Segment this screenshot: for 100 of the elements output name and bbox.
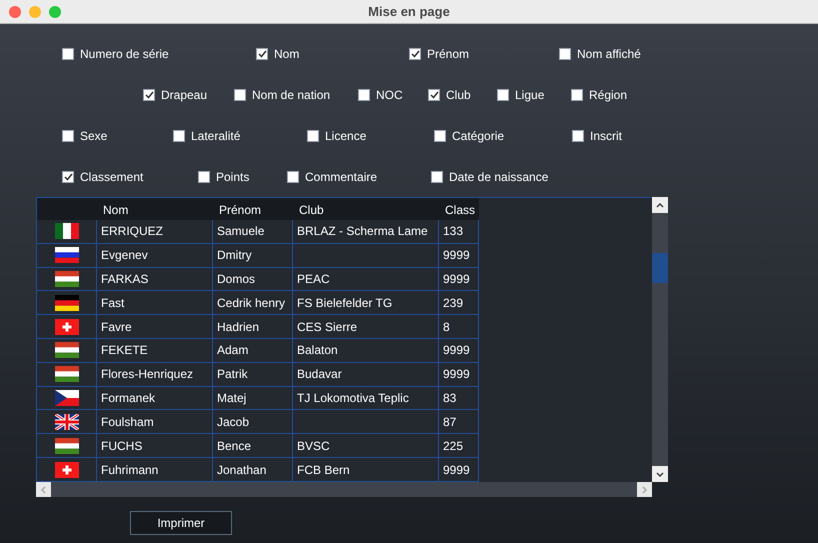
minimize-button[interactable] <box>29 6 41 18</box>
table-cell-text: Dmitry <box>216 247 252 264</box>
checkbox[interactable] <box>497 89 509 101</box>
scroll-thumb[interactable] <box>652 253 668 283</box>
table-cell-text: ERRIQUEZ <box>100 223 164 240</box>
checkbox-label: Classement <box>80 169 144 186</box>
table-cell-text: FEKETE <box>100 342 148 360</box>
table-cell-text: Cedrik henry <box>216 294 286 312</box>
checkbox[interactable] <box>409 48 421 60</box>
window-title: Mise en page <box>368 2 450 21</box>
scroll-left-icon[interactable] <box>36 482 51 497</box>
check-icon <box>410 50 420 58</box>
checkbox-label: Commentaire <box>305 169 378 186</box>
zoom-button[interactable] <box>49 6 61 18</box>
check-icon <box>258 50 266 58</box>
checkbox-label: Ligue <box>515 87 544 104</box>
table-cell-text: 239 <box>442 294 464 312</box>
checkbox[interactable] <box>358 89 370 101</box>
vertical-scrollbar[interactable] <box>652 197 668 482</box>
flag-icon <box>54 438 78 454</box>
checkbox[interactable] <box>62 130 74 142</box>
table-cell-text: Patrik <box>216 366 248 384</box>
checkbox-label: Numero de série <box>80 46 169 63</box>
table-cell-text: 9999 <box>442 342 470 360</box>
checkbox-label: Nom de nation <box>252 87 330 104</box>
checkbox-label: Points <box>216 169 250 186</box>
scroll-down-icon[interactable] <box>652 466 668 482</box>
table-cell-text: 83 <box>442 390 456 408</box>
table-cell-text: Formanek <box>100 390 156 408</box>
flag-icon <box>54 414 78 430</box>
table-cell-text: TJ Lokomotiva Teplic <box>296 390 409 408</box>
checkbox-label: Club <box>446 87 471 104</box>
checkbox[interactable] <box>143 89 155 101</box>
table-cell-text: 87 <box>442 414 456 431</box>
checkbox[interactable] <box>62 171 74 183</box>
checkbox[interactable] <box>287 171 299 183</box>
checkbox[interactable] <box>198 171 210 183</box>
checkbox-label: Catégorie <box>452 128 504 145</box>
checkbox-label: Licence <box>325 128 366 145</box>
flag-icon <box>54 342 78 358</box>
checkbox-label: Sexe <box>80 128 108 145</box>
checkbox[interactable] <box>572 130 584 142</box>
table-cell-text: Bence <box>216 438 252 455</box>
table-cell-text: 225 <box>442 438 464 455</box>
table-cell-text: BRLAZ - Scherma Lame <box>296 223 428 240</box>
table-cell-text: Jonathan <box>216 462 266 479</box>
flag-icon <box>54 294 78 311</box>
table-cell-text: Evgenev <box>100 247 148 264</box>
table-cell-text: FS Bielefelder TG <box>296 294 392 312</box>
checkbox-label: Date de naissance <box>449 169 548 186</box>
print-button[interactable]: Imprimer <box>130 511 232 535</box>
table-cell-text: 9999 <box>442 247 470 264</box>
check-icon <box>64 173 72 181</box>
checkbox[interactable] <box>307 130 319 142</box>
table-cell-text: Samuele <box>216 223 264 240</box>
table-cell-text: Foulsham <box>100 414 154 431</box>
flag-icon <box>54 462 78 478</box>
table-cell-text: PEAC <box>296 270 330 288</box>
checkbox[interactable] <box>173 130 185 142</box>
check-icon <box>144 91 154 99</box>
table-cell-text: Domos <box>216 270 256 288</box>
table-cell-text: 133 <box>442 223 464 240</box>
table-cell-text: Flores-Henriquez <box>100 366 194 384</box>
checkbox-label: Région <box>589 87 628 104</box>
column-header[interactable]: Club <box>293 198 439 220</box>
column-header[interactable]: Nom <box>97 198 213 220</box>
table-cell-text: Fast <box>100 294 124 312</box>
checkbox[interactable] <box>434 130 446 142</box>
table-cell-text: Budavar <box>296 366 342 384</box>
checkbox[interactable] <box>559 48 571 60</box>
checkbox-label: Inscrit <box>590 128 622 145</box>
checkbox-label: Prénom <box>427 46 470 63</box>
checkbox[interactable] <box>571 89 583 101</box>
table-cell-text: BVSC <box>296 438 330 455</box>
table-cell-text: Adam <box>216 342 248 360</box>
table-cell-text: 9999 <box>442 366 470 384</box>
table-cell-text: 9999 <box>442 462 470 479</box>
close-button[interactable] <box>9 6 21 18</box>
checkbox[interactable] <box>62 48 74 60</box>
checkbox[interactable] <box>431 171 443 183</box>
column-header[interactable]: Prénom <box>213 198 293 220</box>
checkbox-label: Nom affiché <box>577 46 641 63</box>
checkbox-label: Lateralité <box>191 128 240 145</box>
scroll-up-icon[interactable] <box>652 197 668 213</box>
horizontal-scrollbar[interactable] <box>36 482 652 497</box>
table-cell-text: 9999 <box>442 270 470 288</box>
table-cell-text: FARKAS <box>100 270 148 288</box>
flag-icon <box>54 318 78 335</box>
column-header[interactable]: Class <box>439 198 479 220</box>
checkbox[interactable] <box>256 48 268 60</box>
table-cell-text: Jacob <box>216 414 250 431</box>
flag-icon <box>54 270 78 287</box>
checkbox[interactable] <box>428 89 440 101</box>
table-cell-text: Favre <box>100 318 132 336</box>
flag-icon <box>54 366 78 382</box>
checkbox-label: Nom <box>274 46 300 63</box>
checkbox[interactable] <box>234 89 246 101</box>
table-cell-text: FUCHS <box>100 438 142 455</box>
table-cell-text: FCB Bern <box>296 462 350 479</box>
flag-icon <box>54 223 78 240</box>
